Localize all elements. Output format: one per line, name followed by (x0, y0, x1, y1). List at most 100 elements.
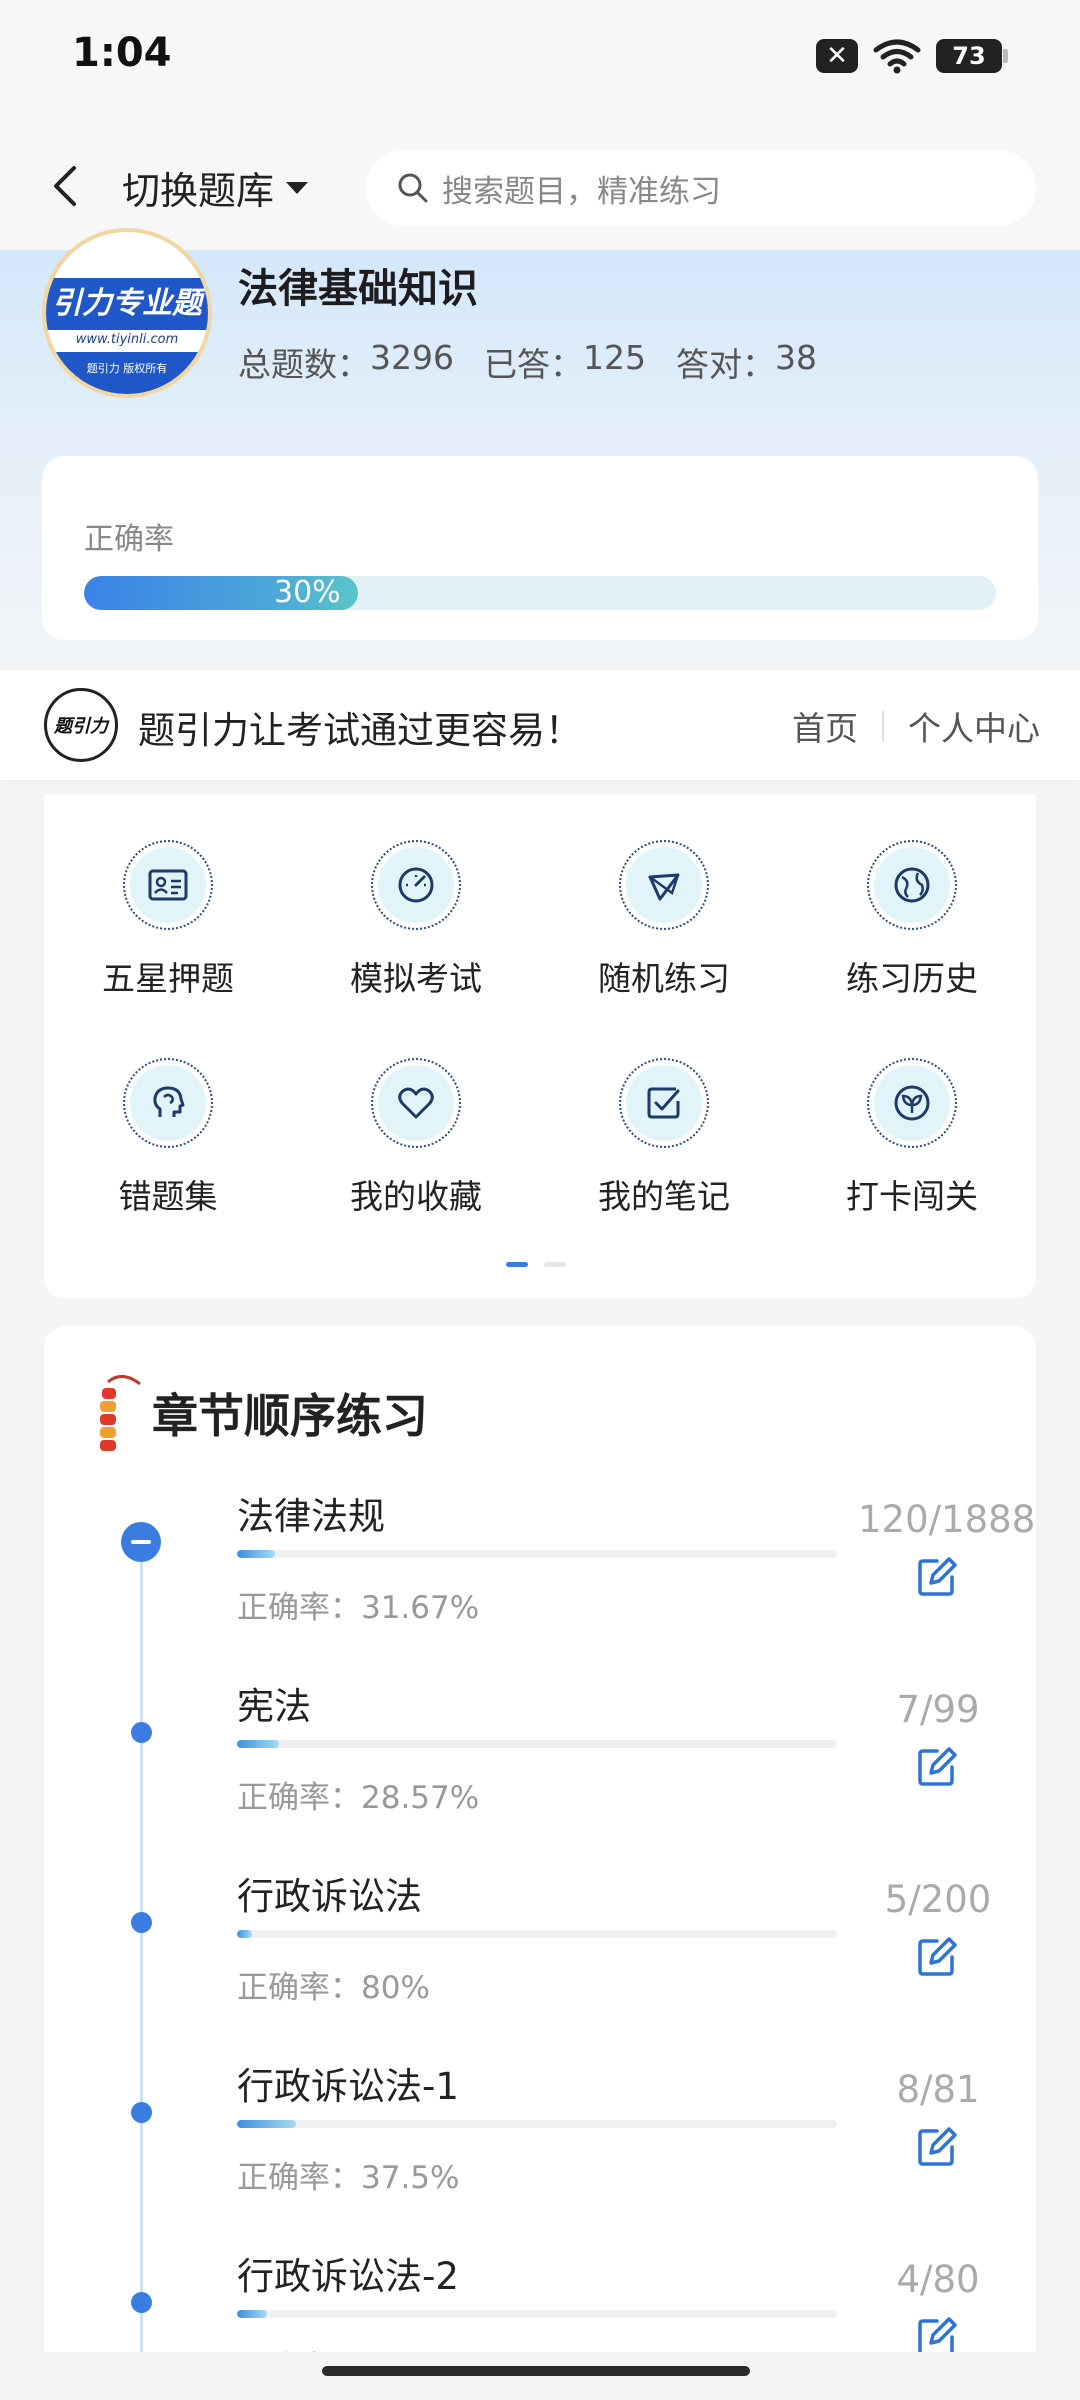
stat-total: 总题数： 3296 (238, 338, 454, 386)
subject-logo: 引力专业题 www.tiyinli.com 题引力 版权所有 (42, 228, 212, 398)
stat-correct: 答对： 38 (676, 338, 817, 386)
feature-label: 打卡闯关 (846, 1177, 978, 1216)
pager-dot[interactable] (544, 1262, 566, 1267)
timeline-dot (131, 1722, 152, 1743)
switch-library-label: 切换题库 (122, 169, 275, 213)
chapter-name: 行政诉讼法-1 (237, 2065, 459, 2108)
status-time: 1:04 (72, 30, 172, 76)
accuracy-label: 正确率 (84, 522, 174, 557)
feature-mock-exam[interactable]: 模拟考试 (292, 840, 540, 1000)
chapter-edit-button[interactable] (898, 1744, 976, 1790)
chapter-count: 120/1888 (858, 1498, 1036, 1541)
chapter-progress-fill (237, 1740, 280, 1748)
subject-stats: 总题数： 3296 已答： 125 答对： 38 (238, 338, 817, 386)
home-indicator[interactable] (322, 2366, 750, 2376)
chapter-header: 章节顺序练习 (88, 1370, 428, 1456)
chapter-accuracy: 正确率：31.67% (237, 1590, 480, 1626)
globe-icon (894, 867, 930, 903)
back-button[interactable] (40, 156, 90, 216)
brand-banner: 题引力 题引力让考试通过更容易！ 首页 个人中心 (0, 670, 1080, 780)
chapter-progress-track (237, 2310, 837, 2318)
chapter-name: 行政诉讼法 (237, 1875, 422, 1918)
feature-practice-history[interactable]: 练习历史 (788, 840, 1036, 1000)
timeline-dot (131, 1912, 152, 1933)
chapter-progress-track (237, 2120, 837, 2128)
feature-check-in[interactable]: 打卡闯关 (788, 1058, 1036, 1218)
stat-answered-value: 125 (582, 338, 646, 377)
caret-down-icon (286, 181, 309, 194)
chapter-edit-button[interactable] (898, 2124, 976, 2170)
banner-nav: 首页 个人中心 (792, 702, 1040, 750)
logo-brand-text: 引力专业题 (46, 278, 208, 330)
chapter-row[interactable]: 法律法规 正确率：31.67% 120/1888 (44, 1486, 1036, 1676)
pager-dot-active[interactable] (506, 1262, 528, 1267)
accuracy-card: 正确率 30% (42, 456, 1038, 640)
leaf-icon (894, 1085, 930, 1121)
checkbox-icon (647, 1087, 680, 1119)
feature-label: 模拟考试 (350, 959, 482, 998)
feature-five-star[interactable]: 五星押题 (44, 840, 292, 1000)
feature-grid-card: 五星押题 模拟考试 随机练习 练习历史 错题集 我的收藏 我的笔记 打卡闯关 (44, 794, 1036, 1298)
chapter-name: 宪法 (237, 1685, 311, 1728)
accuracy-progress-track: 30% (84, 576, 996, 610)
collapse-node-icon[interactable] (121, 1522, 161, 1562)
head-icon (153, 1086, 185, 1117)
chevron-left-icon (54, 166, 76, 206)
accuracy-percent: 30% (274, 576, 341, 610)
chapter-accuracy: 正确率：80% (237, 1970, 430, 2006)
chapter-row[interactable]: 宪法 正确率：28.57% 7/99 (44, 1676, 1036, 1866)
feature-label: 我的收藏 (350, 1177, 482, 1216)
search-input[interactable]: 搜索题目，精准练习 (366, 150, 1036, 226)
feature-icon-ring (123, 1058, 213, 1148)
feature-label: 练习历史 (846, 959, 978, 998)
chapter-row[interactable]: 行政诉讼法 正确率：80% 5/200 (44, 1866, 1036, 2056)
search-placeholder: 搜索题目，精准练习 (442, 173, 721, 210)
nav-home-link[interactable]: 首页 (792, 702, 858, 750)
chapter-progress-track (237, 1930, 837, 1938)
speedometer-icon (398, 867, 434, 903)
stat-correct-label: 答对： (675, 345, 775, 384)
shuffle-icon (648, 873, 680, 901)
feature-random-practice[interactable]: 随机练习 (540, 840, 788, 1000)
feature-favorites[interactable]: 我的收藏 (292, 1058, 540, 1218)
chapter-edit-button[interactable] (898, 1554, 976, 1600)
status-icons: ✕ 73 (816, 38, 1008, 74)
bottom-safe-area (0, 2352, 1080, 2400)
chapter-progress-track (237, 1740, 837, 1748)
nav-profile-link[interactable]: 个人中心 (908, 702, 1040, 750)
chapter-practice-card: 章节顺序练习 法律法规 正确率：31.67% 120/1888 宪法 正确率：2… (44, 1326, 1036, 2400)
top-header: 切换题库 搜索题目，精准练习 (0, 120, 1080, 250)
feature-grid: 五星押题 模拟考试 随机练习 练习历史 错题集 我的收藏 我的笔记 打卡闯关 (44, 840, 1036, 1218)
edit-icon (918, 2127, 957, 2166)
chapter-accuracy: 正确率：28.57% (237, 1780, 480, 1816)
switch-library-button[interactable]: 切换题库 (122, 160, 310, 215)
search-icon (398, 173, 428, 203)
chapter-progress-fill (237, 1930, 252, 1938)
timeline-dot (131, 2102, 152, 2123)
feature-icon-ring (371, 840, 461, 930)
wifi-icon (873, 39, 921, 74)
chapter-progress-fill (237, 1550, 276, 1558)
feature-wrong-questions[interactable]: 错题集 (44, 1058, 292, 1218)
status-bar: 1:04 ✕ 73 (0, 0, 1080, 120)
chapter-accuracy: 正确率：37.5% (237, 2160, 460, 2196)
logo-url: www.tiyinli.com (75, 332, 179, 347)
feature-notes[interactable]: 我的笔记 (540, 1058, 788, 1218)
chapter-count: 8/81 (896, 2068, 980, 2111)
subject-title: 法律基础知识 (238, 266, 478, 312)
pager-dots (506, 1262, 566, 1267)
feature-icon-ring (371, 1058, 461, 1148)
brand-slogan: 题引力让考试通过更容易！ (138, 709, 582, 752)
brand-logo: 题引力 (44, 688, 118, 762)
stat-total-label: 总题数： (238, 345, 370, 384)
chapter-progress-track (237, 1550, 837, 1558)
stat-answered-label: 已答： (483, 345, 583, 384)
feature-icon-ring (619, 840, 709, 930)
chapter-progress-fill (237, 2120, 297, 2128)
stat-answered: 已答： 125 (484, 338, 646, 386)
chapter-edit-button[interactable] (898, 1934, 976, 1980)
close-badge-icon: ✕ (816, 39, 858, 73)
edit-icon (918, 1747, 957, 1786)
stat-correct-value: 38 (774, 338, 817, 377)
chapter-row[interactable]: 行政诉讼法-1 正确率：37.5% 8/81 (44, 2056, 1036, 2246)
